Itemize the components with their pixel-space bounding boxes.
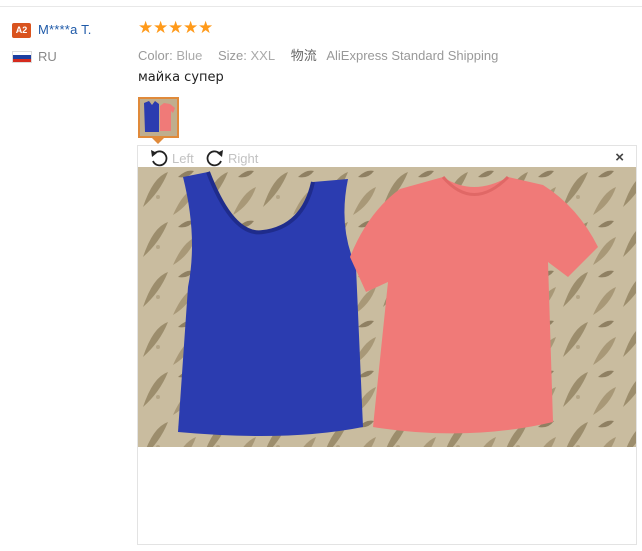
size-label: Size: xyxy=(217,48,247,63)
buyer-country: RU xyxy=(38,49,57,64)
close-viewer-button[interactable]: × xyxy=(615,150,624,166)
star-icon: ★ xyxy=(168,18,184,37)
rotate-ccw-icon xyxy=(151,150,168,167)
star-icon: ★ xyxy=(138,18,154,37)
shipping-value: AliExpress Standard Shipping xyxy=(326,48,499,63)
star-icon: ★ xyxy=(183,18,199,37)
color-label: Color: xyxy=(138,48,173,63)
buyer-level-badge: A2 xyxy=(12,23,31,38)
rotate-cw-icon xyxy=(206,150,223,167)
shipping-label: 物流 xyxy=(290,48,317,63)
rotate-left-label: Left xyxy=(172,150,194,166)
top-divider xyxy=(0,6,642,7)
review-photo xyxy=(138,167,636,447)
thumbnail-pointer xyxy=(152,138,164,144)
review-photo-thumbnail[interactable] xyxy=(138,97,179,138)
star-icon: ★ xyxy=(198,18,214,37)
review-photo-image xyxy=(138,167,636,447)
size-value: XXL xyxy=(250,48,276,63)
star-icon: ★ xyxy=(153,18,169,37)
russia-flag-icon xyxy=(12,51,32,63)
rotate-right-label: Right xyxy=(228,150,259,166)
photo-viewer: Left Right × xyxy=(137,145,637,545)
rotate-left-button[interactable]: Left xyxy=(148,148,194,168)
rating-stars: ★ ★ ★ ★ ★ xyxy=(138,18,214,37)
color-value: Blue xyxy=(176,48,203,63)
rotate-right-button[interactable]: Right xyxy=(204,148,258,168)
thumbnail-image xyxy=(140,99,177,136)
order-attributes: Color: Blue Size: XXL 物流 AliExpress Stan… xyxy=(138,45,498,64)
close-icon: × xyxy=(615,149,624,166)
buyer-name-link[interactable]: M****a T. xyxy=(38,22,92,37)
review-text: майка супер xyxy=(138,70,224,85)
